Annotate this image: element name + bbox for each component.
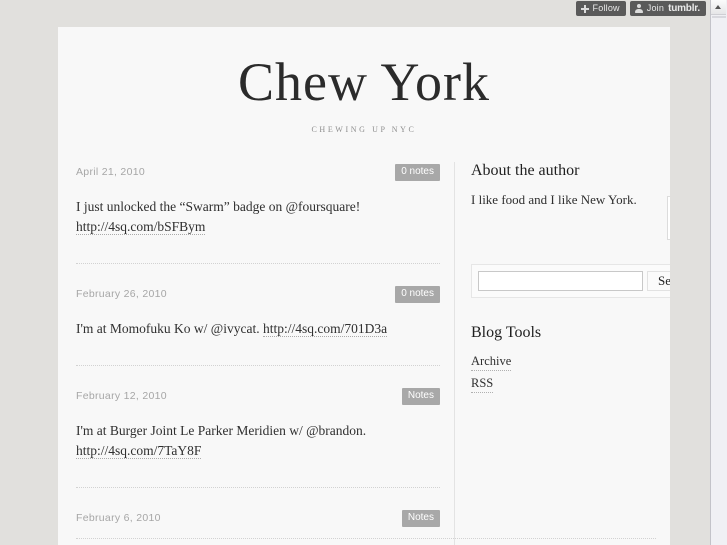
post-header: February 6, 2010 Notes — [76, 510, 440, 527]
search-input[interactable] — [478, 271, 643, 291]
post-body: I just unlocked the “Swarm” badge on @fo… — [76, 197, 440, 237]
post-list: April 21, 2010 0 notes I just unlocked t… — [76, 162, 454, 545]
search-widget: Search — [471, 264, 670, 298]
post-text: I just unlocked the “Swarm” badge on @fo… — [76, 199, 361, 214]
post-header: April 21, 2010 0 notes — [76, 164, 440, 181]
post-link[interactable]: http://4sq.com/701D3a — [262, 321, 388, 337]
post-item: February 6, 2010 Notes I'm at Cafe Luxem… — [76, 510, 440, 545]
sidebar: About the author I like food and I like … — [455, 162, 670, 545]
about-heading: About the author — [471, 162, 580, 179]
about-section: About the author I like food and I like … — [471, 162, 670, 240]
scroll-up-arrow-icon[interactable] — [711, 0, 726, 15]
avatar — [667, 196, 670, 240]
tumblr-bar-actions: Follow Join tumblr. — [575, 1, 706, 16]
content-columns: April 21, 2010 0 notes I just unlocked t… — [58, 162, 670, 545]
blog-tagline: CHEWING UP NYC — [311, 125, 417, 134]
blog-tools-section: Blog Tools Archive RSS — [471, 324, 670, 393]
scrollbar-thumb[interactable] — [712, 16, 726, 18]
post-date: February 6, 2010 — [76, 512, 161, 524]
masthead: Chew York CHEWING UP NYC — [58, 27, 670, 134]
bottom-divider — [76, 538, 656, 539]
join-tumblr-button[interactable]: Join tumblr. — [629, 1, 706, 16]
post-header: February 26, 2010 0 notes — [76, 286, 440, 303]
follow-button[interactable]: Follow — [575, 1, 626, 16]
blog-tools-heading: Blog Tools — [471, 324, 542, 341]
vertical-scrollbar[interactable] — [710, 0, 727, 545]
post-body: I'm at Momofuku Ko w/ @ivycat. http://4s… — [76, 319, 440, 339]
post-header: February 12, 2010 Notes — [76, 388, 440, 405]
notes-badge[interactable]: 0 notes — [395, 164, 440, 181]
page-panel: Chew York CHEWING UP NYC April 21, 2010 … — [58, 27, 670, 545]
plus-icon — [580, 4, 589, 13]
post-item: April 21, 2010 0 notes I just unlocked t… — [76, 162, 440, 264]
archive-link[interactable]: Archive — [471, 352, 512, 371]
join-button-label: Join — [646, 3, 665, 13]
notes-badge[interactable]: 0 notes — [395, 286, 440, 303]
person-icon — [634, 4, 643, 13]
post-item: February 12, 2010 Notes I'm at Burger Jo… — [76, 388, 440, 488]
tumblr-top-bar: Follow Join tumblr. — [0, 0, 711, 18]
about-text: I like food and I like New York. — [471, 190, 667, 209]
post-text: I'm at Burger Joint Le Parker Meridien w… — [76, 423, 367, 438]
search-button[interactable]: Search — [647, 271, 670, 291]
follow-button-label: Follow — [592, 3, 620, 13]
about-description: I like food and I like New York. — [471, 192, 637, 207]
post-text: I'm at Momofuku Ko w/ @ivycat. — [76, 321, 263, 336]
post-body: I'm at Burger Joint Le Parker Meridien w… — [76, 421, 440, 461]
notes-badge[interactable]: Notes — [401, 388, 440, 405]
post-date: April 21, 2010 — [76, 166, 145, 178]
about-block: I like food and I like New York. — [471, 190, 670, 240]
post-date: February 12, 2010 — [76, 390, 167, 402]
blog-title[interactable]: Chew York — [58, 51, 670, 113]
post-link[interactable]: http://4sq.com/7TaY8F — [76, 443, 202, 459]
notes-badge[interactable]: Notes — [401, 510, 440, 527]
tumblr-wordmark: tumblr. — [668, 3, 700, 14]
post-item: February 26, 2010 0 notes I'm at Momofuk… — [76, 286, 440, 366]
post-link[interactable]: http://4sq.com/bSFBym — [76, 219, 206, 235]
post-date: February 26, 2010 — [76, 288, 167, 300]
rss-link[interactable]: RSS — [471, 374, 494, 393]
